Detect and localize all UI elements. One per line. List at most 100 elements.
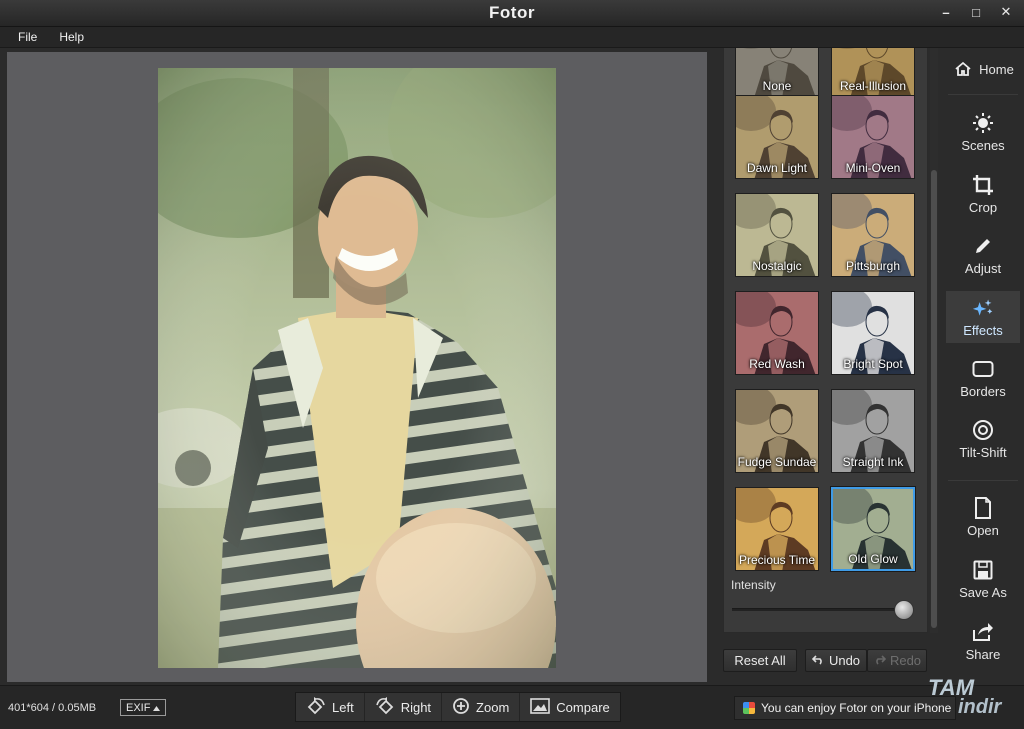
effect-thumb-label: None (762, 79, 792, 93)
intensity-slider-handle[interactable] (894, 600, 914, 620)
compare-label: Compare (556, 699, 610, 715)
effect-thumb-label: Straight Ink (842, 455, 904, 469)
menu-file[interactable]: File (14, 28, 41, 46)
caret-up-icon (153, 702, 161, 714)
effect-thumb-label: Fudge Sundae (737, 455, 817, 469)
nav-tilt-shift-label: Tilt-Shift (959, 444, 1007, 460)
effect-thumb[interactable]: Pittsburgh (831, 193, 915, 277)
nav-scenes-label: Scenes (961, 137, 1005, 153)
effect-thumb[interactable]: Precious Time (735, 487, 819, 571)
effect-thumb-label: Bright Spot (843, 357, 903, 371)
photo-image (158, 68, 556, 668)
effect-thumb[interactable]: Real-Illusion (831, 48, 915, 97)
rotate-left-button[interactable]: Left (296, 693, 365, 721)
right-nav: Home Scenes Crop Adjust Effects Borders (942, 48, 1024, 685)
nav-adjust-label: Adjust (964, 260, 1002, 276)
home-icon (952, 58, 974, 80)
save-disk-icon (972, 559, 994, 581)
nav-open-label: Open (967, 522, 999, 538)
nav-share[interactable]: Share (946, 615, 1020, 667)
menu-help[interactable]: Help (55, 28, 88, 46)
zoom-icon (452, 697, 470, 718)
effect-thumb[interactable]: Straight Ink (831, 389, 915, 473)
minimize-button[interactable]: – (932, 2, 960, 22)
nav-crop[interactable]: Crop (946, 168, 1020, 220)
nav-borders[interactable]: Borders (946, 352, 1020, 404)
compare-button[interactable]: Compare (520, 693, 619, 721)
target-icon (972, 419, 994, 441)
sun-icon (972, 112, 994, 134)
border-frame-icon (972, 358, 994, 380)
window-title: Fotor (489, 3, 535, 22)
effect-thumb-label: Old Glow (848, 552, 898, 566)
exif-button[interactable]: EXIF (120, 699, 167, 716)
canvas-area (0, 48, 713, 685)
nav-borders-label: Borders (960, 383, 1006, 399)
nav-effects-label: Effects (963, 322, 1003, 338)
effects-panel: Intensity None Real-Illusion Dawn Light Min… (723, 48, 928, 633)
effect-thumb[interactable]: Bright Spot (831, 291, 915, 375)
image-icon (530, 697, 551, 717)
effect-thumb[interactable]: Nostalgic (735, 193, 819, 277)
redo-icon (873, 653, 887, 668)
rotate-left-label: Left (332, 699, 354, 715)
nav-save-as-label: Save As (959, 584, 1007, 600)
effect-thumb-label: Red Wash (749, 357, 805, 371)
window-controls: – □ ✕ (932, 2, 1020, 22)
zoom-button[interactable]: Zoom (442, 693, 521, 721)
reset-all-button[interactable]: Reset All (723, 649, 797, 672)
nav-share-label: Share (965, 646, 1001, 662)
effects-scrollbar-thumb[interactable] (931, 170, 937, 628)
intensity-slider-track[interactable] (732, 608, 914, 611)
effect-thumb-label: Nostalgic (752, 259, 802, 273)
photo-preview[interactable] (158, 68, 556, 668)
nav-separator (948, 480, 1018, 481)
effect-thumb-label: Mini-Oven (845, 161, 901, 175)
nav-crop-label: Crop (968, 199, 998, 215)
rotate-right-icon (375, 696, 395, 718)
redo-button[interactable]: Redo (867, 649, 927, 672)
canvas (7, 52, 707, 682)
rotate-right-button[interactable]: Right (365, 693, 443, 721)
undo-icon (811, 653, 825, 668)
watermark-bottom: indir (958, 696, 1003, 717)
effect-thumb[interactable]: Fudge Sundae (735, 389, 819, 473)
nav-save-as[interactable]: Save As (946, 553, 1020, 605)
crop-icon (972, 174, 994, 196)
undo-button[interactable]: Undo (805, 649, 867, 672)
nav-tilt-shift[interactable]: Tilt-Shift (946, 413, 1020, 465)
nav-open[interactable]: Open (946, 491, 1020, 543)
effect-thumb[interactable]: Red Wash (735, 291, 819, 375)
effect-thumb-label: Pittsburgh (845, 259, 901, 273)
tamindir-watermark: TAM indir (928, 675, 1003, 717)
exif-label: EXIF (126, 701, 151, 714)
effects-scrollbar[interactable] (930, 48, 938, 633)
view-toolbar: Left Right Zoom Compare (295, 692, 621, 722)
status-bar: 401*604 / 0.05MB EXIF Left Right Zoom Co… (0, 685, 1024, 729)
title-bar: Fotor – □ ✕ (0, 0, 1024, 27)
maximize-button[interactable]: □ (962, 2, 990, 22)
sparkle-icon (972, 297, 994, 319)
rotate-left-icon (306, 696, 326, 718)
fotor-logo-icon (743, 702, 755, 714)
effect-thumb[interactable]: Old Glow (831, 487, 915, 571)
reset-all-label: Reset All (734, 653, 786, 668)
pencil-icon (972, 235, 994, 257)
nav-home[interactable]: Home (946, 54, 1020, 84)
nav-effects[interactable]: Effects (946, 291, 1020, 343)
effect-thumb-label: Real-Illusion (839, 79, 907, 93)
effect-thumb[interactable]: None (735, 48, 819, 97)
effect-thumb-label: Dawn Light (746, 161, 808, 175)
undo-label: Undo (828, 653, 861, 668)
nav-scenes[interactable]: Scenes (946, 106, 1020, 158)
nav-separator (948, 94, 1018, 95)
nav-home-label: Home (979, 61, 1014, 77)
effect-thumb[interactable]: Dawn Light (735, 95, 819, 179)
close-button[interactable]: ✕ (992, 2, 1020, 22)
effect-thumb-label: Precious Time (738, 553, 816, 567)
image-dimensions: 401*604 / 0.05MB (8, 702, 97, 714)
effect-thumb[interactable]: Mini-Oven (831, 95, 915, 179)
nav-adjust[interactable]: Adjust (946, 229, 1020, 281)
share-icon (972, 621, 994, 643)
redo-label: Redo (889, 653, 922, 668)
